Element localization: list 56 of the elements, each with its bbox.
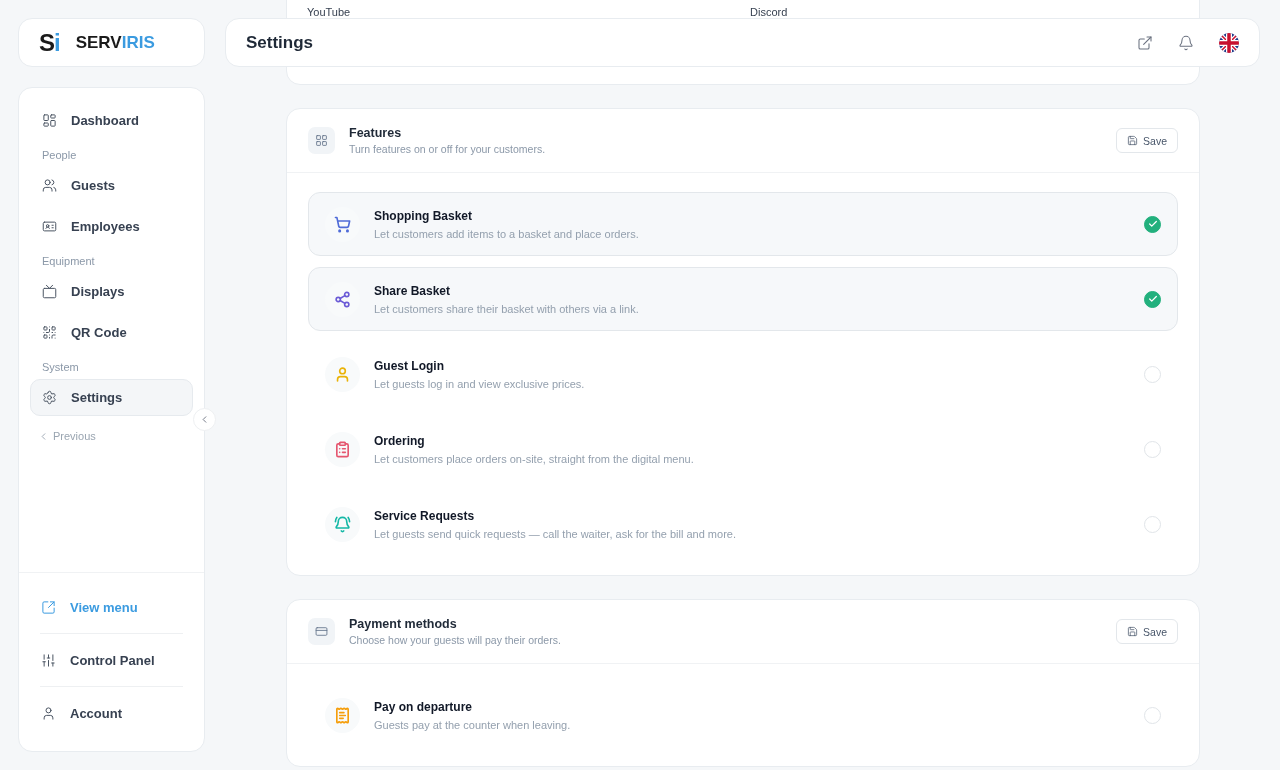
sidebar-item[interactable]: Dashboard — [30, 102, 193, 139]
sidebar-item[interactable]: Settings — [30, 379, 193, 416]
check-icon — [1147, 219, 1158, 229]
feature-description: Let customers place orders on-site, straight from the digital menu. — [374, 452, 695, 465]
external-link-icon[interactable] — [1137, 34, 1153, 51]
qr-code-icon — [42, 325, 57, 340]
logo-mark: Si — [39, 28, 60, 57]
feature-description: Guests pay at the counter when leaving. — [374, 718, 572, 731]
feature-row[interactable]: Share Basket Let customers share their basket with others via a link. — [308, 267, 1178, 331]
tv-icon — [42, 284, 57, 299]
toggle-check[interactable] — [1144, 290, 1161, 308]
feature-description: Let guests log in and view exclusive prices. — [374, 377, 586, 390]
grid-icon — [308, 127, 335, 154]
id-card-icon — [42, 219, 57, 234]
page-title: Settings — [246, 32, 315, 53]
section-subtitle: Turn features on or off for your customers. — [349, 143, 547, 155]
dashboard-icon — [42, 113, 57, 128]
external-link-icon — [41, 599, 56, 615]
feature-title: Share Basket — [374, 283, 452, 298]
check-icon — [1147, 294, 1158, 304]
sidebar-link[interactable]: Control Panel — [30, 634, 193, 686]
section-label: People — [41, 148, 78, 163]
uk-flag-icon[interactable] — [1219, 32, 1239, 53]
section-label: Equipment — [41, 254, 96, 269]
feature-description: Let customers share their basket with others via a link. — [374, 302, 640, 315]
feature-title: Pay on departure — [374, 699, 474, 714]
field-label: Discord — [750, 6, 789, 19]
toggle-check[interactable] — [1144, 215, 1161, 233]
card-icon — [308, 618, 335, 645]
bell-icon[interactable] — [1178, 34, 1194, 51]
feature-title: Ordering — [374, 433, 426, 448]
sidebar-item[interactable]: QR Code — [30, 314, 193, 351]
feature-title: Shopping Basket — [374, 208, 473, 223]
field-label: YouTube — [307, 6, 352, 19]
sliders-icon — [41, 652, 56, 668]
section-subtitle: Choose how your guests will pay their orders. — [349, 634, 562, 646]
section-title: Payment methods — [349, 617, 458, 631]
users-icon — [42, 178, 57, 193]
save-icon — [1127, 626, 1139, 637]
settings-icon — [42, 390, 57, 405]
sidebar-item[interactable]: Guests — [30, 167, 193, 204]
feature-description: Let customers add items to a basket and place orders. — [374, 227, 640, 240]
feature-title: Service Requests — [374, 508, 476, 523]
save-button[interactable]: Save — [1116, 128, 1178, 153]
brand-name: SERVIRIS — [75, 32, 155, 53]
feature-title: Guest Login — [374, 358, 445, 373]
feature-description: Let guests send quick requests — call the waiter, ask for the bill and more. — [374, 527, 737, 540]
sidebar-item[interactable]: Displays — [30, 273, 193, 310]
user-icon — [41, 705, 56, 721]
feature-row[interactable]: Shopping Basket Let customers add items to a basket and place orders. — [308, 192, 1178, 256]
save-button[interactable]: Save — [1116, 619, 1178, 644]
section-label: System — [41, 360, 80, 375]
section-title: Features — [349, 126, 403, 140]
sidebar-link[interactable]: Account — [30, 687, 193, 739]
sidebar-item[interactable]: Employees — [30, 208, 193, 245]
save-icon — [1127, 135, 1139, 146]
